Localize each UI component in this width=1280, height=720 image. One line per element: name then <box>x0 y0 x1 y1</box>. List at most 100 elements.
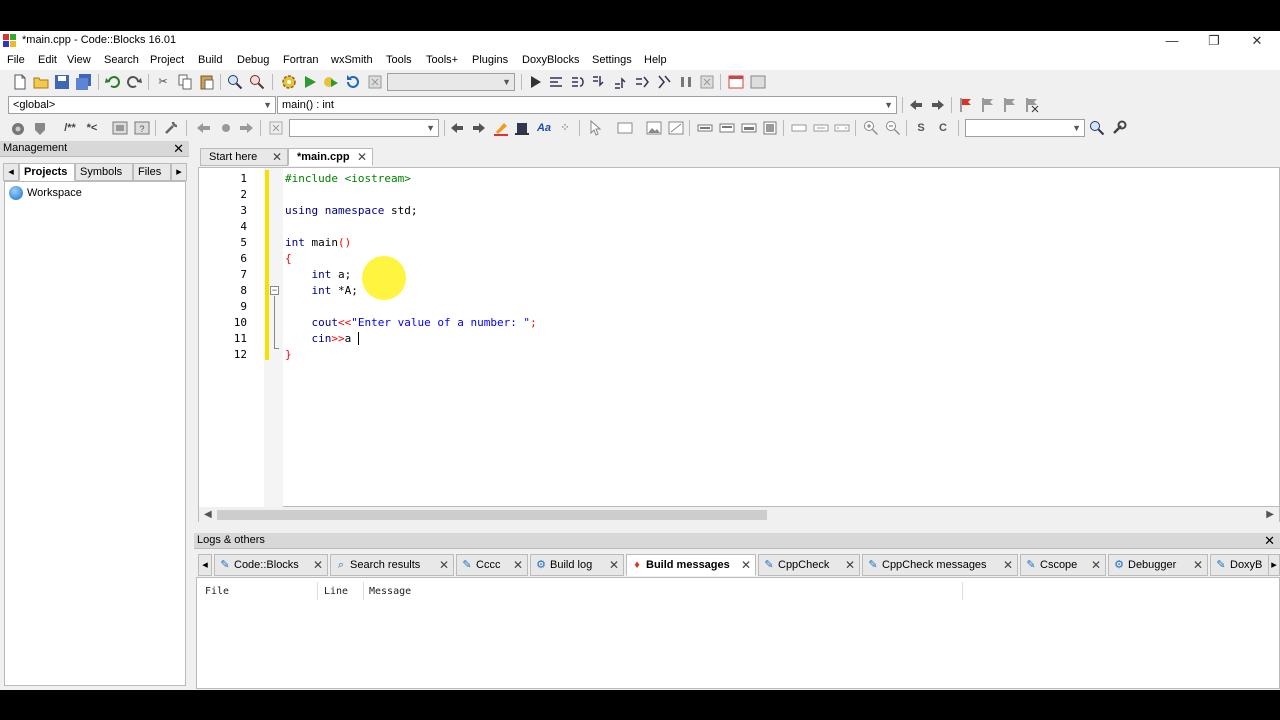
menu-tools[interactable]: Tools <box>386 54 412 66</box>
widget-select[interactable]: ▼ <box>289 119 439 137</box>
toggle-bookmark-icon[interactable] <box>958 97 974 113</box>
code-editor[interactable]: 1 2 3 4 5 6 7 8 9 10 11 12 − #include <i… <box>198 167 1280 508</box>
previous-bookmark-icon[interactable] <box>980 97 996 113</box>
line-comment-icon[interactable]: *< <box>82 120 102 136</box>
tab-start-here[interactable]: Start here ✕ <box>200 148 288 166</box>
menu-tools-plus[interactable]: Tools+ <box>426 54 458 66</box>
delete-icon[interactable] <box>268 120 284 136</box>
replace-icon[interactable] <box>249 74 265 90</box>
close-tab-icon[interactable]: ✕ <box>513 555 523 575</box>
close-tab-icon[interactable]: ✕ <box>357 149 367 165</box>
close-button[interactable]: ✕ <box>1235 31 1279 51</box>
zoom-in-icon[interactable] <box>863 120 879 136</box>
spacer-a-icon[interactable] <box>791 120 807 136</box>
refresh-c-icon[interactable]: C <box>935 120 951 136</box>
find-icon[interactable] <box>227 74 243 90</box>
menu-search[interactable]: Search <box>104 54 139 66</box>
split-icon[interactable] <box>668 120 684 136</box>
run-to-cursor-icon[interactable] <box>548 74 564 90</box>
logs-tabs-scroll-right-icon[interactable]: ▸ <box>1268 554 1280 576</box>
tab-build-log[interactable]: ⚙ Build log ✕ <box>530 554 624 576</box>
step-out-icon[interactable] <box>613 74 629 90</box>
jump-forward-icon[interactable] <box>930 97 946 113</box>
tab-cccc[interactable]: ✎ Cccc ✕ <box>456 554 528 576</box>
widget-d-icon[interactable] <box>762 120 778 136</box>
next-bookmark-icon[interactable] <box>1002 97 1018 113</box>
build-gear-icon[interactable] <box>281 74 297 90</box>
menu-debug[interactable]: Debug <box>237 54 269 66</box>
debugging-windows-icon[interactable] <box>728 74 744 90</box>
spark-icon[interactable]: ⁘ <box>557 120 573 136</box>
arrow-left-icon[interactable] <box>449 120 465 136</box>
run-html-icon[interactable] <box>112 120 128 136</box>
cut-icon[interactable]: ✂ <box>155 74 171 90</box>
function-select[interactable]: main() : int ▼ <box>277 96 897 114</box>
column-header-line[interactable]: Line <box>324 586 348 597</box>
next-line-icon[interactable] <box>570 74 586 90</box>
jump-back-icon[interactable] <box>908 97 924 113</box>
run-icon[interactable] <box>302 74 318 90</box>
panel-icon[interactable] <box>617 120 633 136</box>
tab-cscope[interactable]: ✎ Cscope ✕ <box>1020 554 1106 576</box>
debug-continue-icon[interactable] <box>527 74 543 90</box>
build-and-run-icon[interactable] <box>323 74 339 90</box>
various-info-icon[interactable] <box>750 74 766 90</box>
step-into-icon[interactable] <box>591 74 607 90</box>
close-tab-icon[interactable]: ✕ <box>313 555 323 575</box>
clear-bookmarks-icon[interactable] <box>1024 97 1040 113</box>
column-header-message[interactable]: Message <box>369 586 411 597</box>
menu-settings[interactable]: Settings <box>592 54 632 66</box>
tab-projects[interactable]: Projects <box>19 163 75 181</box>
restore-button[interactable]: ❐ <box>1192 31 1236 51</box>
tab-debugger[interactable]: ⚙ Debugger ✕ <box>1108 554 1208 576</box>
menu-view[interactable]: View <box>67 54 91 66</box>
menu-fortran[interactable]: Fortran <box>283 54 318 66</box>
menu-file[interactable]: File <box>7 54 25 66</box>
doxywizard-icon[interactable] <box>10 120 26 136</box>
menu-edit[interactable]: Edit <box>38 54 57 66</box>
scrollbar-thumb[interactable] <box>217 510 767 520</box>
close-tab-icon[interactable]: ✕ <box>1003 555 1013 575</box>
scroll-left-icon[interactable]: ◀ <box>204 507 212 522</box>
save-icon[interactable] <box>54 74 70 90</box>
paste-icon[interactable] <box>199 74 215 90</box>
close-management-icon[interactable]: ✕ <box>173 141 184 157</box>
tab-doxyblocks[interactable]: ✎ DoxyB <box>1210 554 1268 576</box>
break-debugger-icon[interactable] <box>678 74 694 90</box>
tab-symbols[interactable]: Symbols <box>75 163 133 181</box>
widget-b-icon[interactable] <box>719 120 735 136</box>
save-all-icon[interactable] <box>76 74 92 90</box>
build-target-select[interactable]: ▼ <box>387 73 515 91</box>
close-tab-icon[interactable]: ✕ <box>845 555 855 575</box>
menu-wxsmith[interactable]: wxSmith <box>331 54 373 66</box>
open-file-icon[interactable] <box>33 74 49 90</box>
spacer-b-icon[interactable] <box>813 120 829 136</box>
settings-wrench-icon[interactable] <box>1111 120 1127 136</box>
menu-help[interactable]: Help <box>644 54 667 66</box>
search-icon[interactable] <box>1089 120 1105 136</box>
close-logs-icon[interactable]: ✕ <box>1264 533 1275 549</box>
tabs-scroll-left-icon[interactable]: ◂ <box>3 163 19 181</box>
widget-c-icon[interactable] <box>741 120 757 136</box>
redo-icon[interactable] <box>126 74 142 90</box>
close-tab-icon[interactable]: ✕ <box>741 555 751 575</box>
symbol-search-select[interactable]: ▼ <box>965 119 1085 137</box>
image-icon[interactable] <box>646 120 662 136</box>
editor-horizontal-scrollbar[interactable]: ◀ ▶ <box>198 507 1280 522</box>
close-tab-icon[interactable]: ✕ <box>609 555 619 575</box>
new-file-icon[interactable] <box>12 74 28 90</box>
rebuild-icon[interactable] <box>345 74 361 90</box>
pointer-icon[interactable] <box>587 120 603 136</box>
scope-select[interactable]: <global> ▼ <box>8 96 276 114</box>
stop-debugger-icon[interactable] <box>699 74 715 90</box>
block-comment-icon[interactable]: /** <box>60 120 80 136</box>
font-icon[interactable]: Aa <box>535 120 553 136</box>
close-tab-icon[interactable]: ✕ <box>439 555 449 575</box>
tree-item-workspace[interactable]: Workspace <box>9 186 82 200</box>
scroll-right-icon[interactable]: ▶ <box>1266 507 1274 522</box>
menu-build[interactable]: Build <box>198 54 222 66</box>
copy-icon[interactable] <box>177 74 193 90</box>
arrow-right-icon[interactable] <box>471 120 487 136</box>
symbol-s-icon[interactable]: S <box>913 120 929 136</box>
tab-codeblocks-log[interactable]: ✎ Code::Blocks ✕ <box>214 554 328 576</box>
